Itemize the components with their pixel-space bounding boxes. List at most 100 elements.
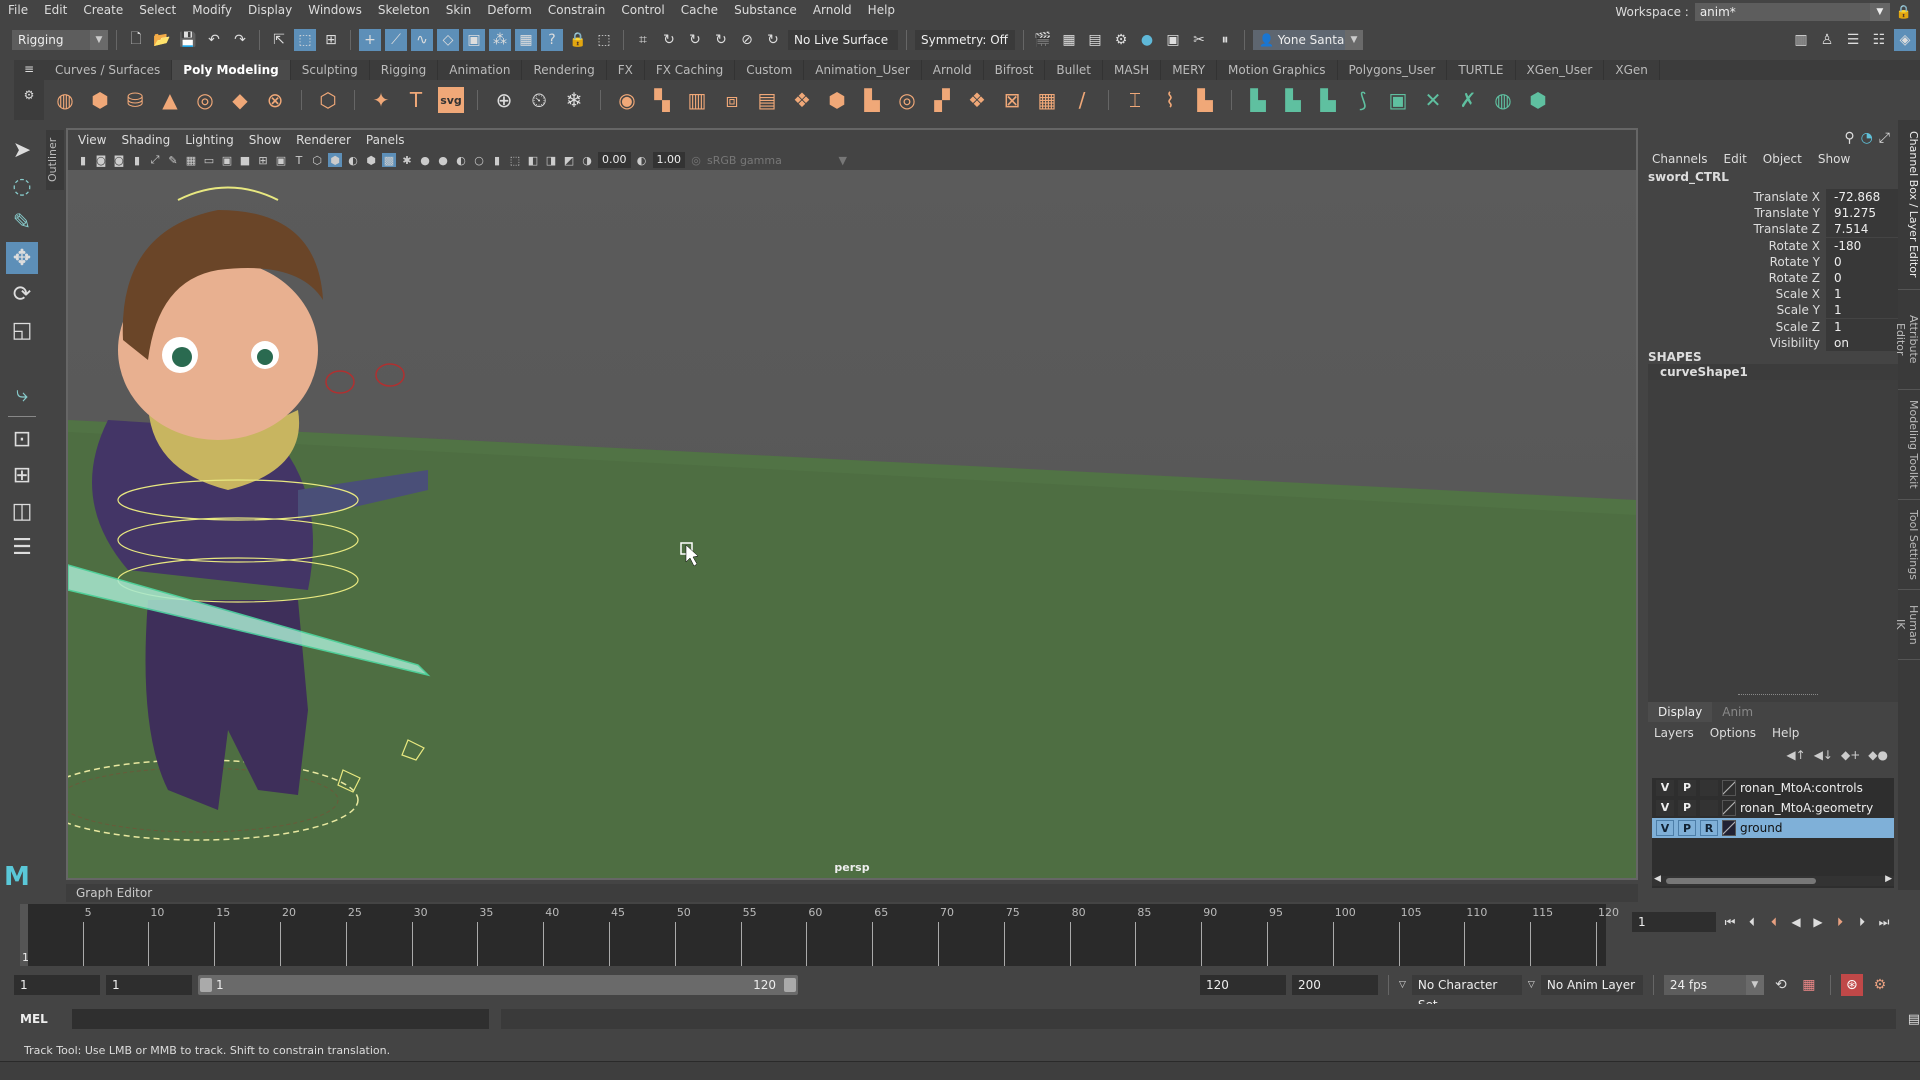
wireframe-icon[interactable]: ⬡	[310, 153, 324, 167]
auto-keyframe-toggle-icon[interactable]: ⊛	[1840, 974, 1863, 996]
render-sequence-icon[interactable]: ▦	[1058, 29, 1080, 51]
go-to-start-icon[interactable]: ⏮	[1722, 915, 1738, 930]
xray-icon[interactable]: ◧	[526, 153, 540, 167]
render-setup-icon[interactable]: ▣	[1162, 29, 1184, 51]
layer-name[interactable]: ground	[1740, 821, 1782, 835]
scroll-right-icon[interactable]: ▶	[1885, 874, 1892, 884]
anti-aliasing-icon[interactable]: ○	[472, 153, 486, 167]
go-to-end-icon[interactable]: ⏭	[1876, 915, 1892, 930]
chevron-down-icon[interactable]: ▽	[1528, 980, 1535, 990]
play-backwards-icon[interactable]: ◀	[1788, 915, 1804, 929]
script-editor-icon[interactable]: ▤	[1908, 1012, 1920, 1027]
tab-channel-box-layer-editor[interactable]: Channel Box / Layer Editor	[1898, 120, 1920, 290]
grease-pencil-icon[interactable]: ✎	[166, 153, 180, 167]
channel-row[interactable]: Rotate Z0	[1644, 270, 1900, 286]
shelf-tab-xgen[interactable]: XGen	[1604, 60, 1660, 80]
channel-value[interactable]: 91.275	[1826, 205, 1900, 222]
separate-icon[interactable]: ▚	[649, 87, 675, 113]
range-start-handle[interactable]	[200, 978, 212, 992]
channel-value[interactable]: -180	[1826, 237, 1900, 254]
mirror-icon[interactable]: ◎	[894, 87, 920, 113]
select-component-icon[interactable]: ⊞	[320, 29, 342, 51]
unfold-icon[interactable]: ▙	[1280, 87, 1306, 113]
isolate-select-icon[interactable]: ⬚	[508, 153, 522, 167]
poly-cone-icon[interactable]: ▲	[157, 87, 183, 113]
resolution-gate-icon[interactable]: ▣	[220, 153, 234, 167]
uv-editor-icon[interactable]: ▙	[1245, 87, 1271, 113]
layer-r-toggle[interactable]: R	[1700, 820, 1718, 836]
channel-label[interactable]: Scale X	[1644, 286, 1826, 302]
triangulate-icon[interactable]: ❖	[964, 87, 990, 113]
workspace-dropdown[interactable]: anim* ▼	[1694, 3, 1890, 21]
new-layer-from-selection-icon[interactable]: ◆●	[1868, 748, 1888, 764]
current-time-indicator[interactable]: 1	[20, 904, 29, 966]
rotate-tool-icon[interactable]: ⟳	[6, 278, 38, 310]
render-current-frame-icon[interactable]: 🎬	[1032, 29, 1054, 51]
cb-menu-show[interactable]: Show	[1818, 152, 1850, 166]
new-layer-icon[interactable]: ◆+	[1841, 748, 1860, 764]
combine-icon[interactable]: ◉	[614, 87, 640, 113]
shelf-tab-custom[interactable]: Custom	[735, 60, 805, 80]
user-account-dropdown[interactable]: 👤 Yone Santana ▼	[1253, 30, 1363, 50]
extrude-icon[interactable]: ⧈	[719, 87, 745, 113]
step-back-frame-icon[interactable]: ⏴	[1744, 915, 1760, 930]
snap-view-plane-icon[interactable]: ⊘	[736, 29, 758, 51]
four-view-layout-icon[interactable]: ⊞	[6, 459, 38, 491]
wireframe-on-shaded-icon[interactable]: ⬢	[364, 153, 378, 167]
attribute-editor-toggle-icon[interactable]: ☰	[1842, 29, 1864, 51]
chevron-down-icon[interactable]: ▽	[1399, 980, 1406, 990]
layer-color-swatch[interactable]	[1722, 780, 1736, 796]
step-forward-frame-icon[interactable]: ⏵	[1854, 915, 1870, 930]
lock-icon[interactable]: 🔒	[1896, 5, 1912, 20]
step-back-key-icon[interactable]: ⏴	[1766, 915, 1782, 930]
connect-icon[interactable]: ▙	[1192, 87, 1218, 113]
color-management-icon[interactable]: ◎	[689, 153, 703, 167]
select-rendering-icon[interactable]: ▦	[515, 29, 537, 51]
tab-tool-settings[interactable]: Tool Settings	[1898, 500, 1920, 590]
layer-list-scrollbar[interactable]: ◀ ▶	[1652, 874, 1894, 886]
channel-row[interactable]: Visibility on	[1644, 334, 1900, 351]
menu-create[interactable]: Create	[75, 0, 131, 20]
channel-value[interactable]: 1	[1826, 302, 1900, 319]
playback-start-frame-field[interactable]: 1	[106, 975, 192, 995]
screen-space-ao-icon[interactable]: ●	[436, 153, 450, 167]
scrollbar-thumb[interactable]	[1666, 878, 1816, 884]
select-joints-icon[interactable]: ⟋	[385, 29, 407, 51]
reduce-icon[interactable]: ▙	[859, 87, 885, 113]
poly-plane-icon[interactable]: ◆	[227, 87, 253, 113]
shelf-tab-fx-caching[interactable]: FX Caching	[645, 60, 736, 80]
channel-label[interactable]: Scale Y	[1644, 302, 1826, 318]
channel-value[interactable]: 0	[1826, 253, 1900, 270]
poly-cylinder-icon[interactable]: ⛁	[122, 87, 148, 113]
channel-label[interactable]: Visibility	[1644, 335, 1826, 351]
channel-label[interactable]: Translate X	[1644, 189, 1826, 205]
cb-menu-edit[interactable]: Edit	[1724, 152, 1747, 166]
textured-icon[interactable]: ▩	[382, 153, 396, 167]
poly-sphere-icon[interactable]: ◍	[52, 87, 78, 113]
motion-blur-icon[interactable]: ◐	[454, 153, 468, 167]
le-menu-options[interactable]: Options	[1710, 726, 1756, 740]
channel-value[interactable]: 1	[1826, 286, 1900, 303]
human-ik-toggle-icon[interactable]: ♙	[1816, 29, 1838, 51]
channel-box-manip-icon[interactable]: ⚲	[1844, 130, 1854, 146]
shelf-menu-icon[interactable]: ≡	[14, 60, 44, 78]
joint-tool-icon[interactable]: ⤷	[6, 378, 38, 410]
menu-edit[interactable]: Edit	[36, 0, 75, 20]
channel-value[interactable]: 1	[1826, 318, 1900, 335]
highlight-selection-icon[interactable]: ⬚	[593, 29, 615, 51]
menu-display[interactable]: Display	[240, 0, 300, 20]
panel-splitter[interactable]	[1738, 694, 1818, 696]
move-tool-icon[interactable]: ✥	[6, 242, 38, 274]
shelf-tab-polygons-user[interactable]: Polygons_User	[1338, 60, 1448, 80]
shelf-tab-arnold[interactable]: Arnold	[922, 60, 984, 80]
target-weld-icon[interactable]: ⌇	[1157, 87, 1183, 113]
bookmark-icon[interactable]: ◙	[112, 153, 126, 167]
svg-icon[interactable]: svg	[438, 87, 464, 113]
spherical-uv-icon[interactable]: ✕	[1420, 87, 1446, 113]
channel-row[interactable]: Translate Z 7.514	[1644, 221, 1900, 238]
channel-value[interactable]: 7.514	[1826, 221, 1900, 238]
scene-end-frame-field[interactable]: 200	[1292, 975, 1378, 995]
shelf-tab-rigging[interactable]: Rigging	[370, 60, 439, 80]
auto-key-icon[interactable]: ▦	[1798, 974, 1820, 996]
bridge-icon[interactable]: ▤	[754, 87, 780, 113]
